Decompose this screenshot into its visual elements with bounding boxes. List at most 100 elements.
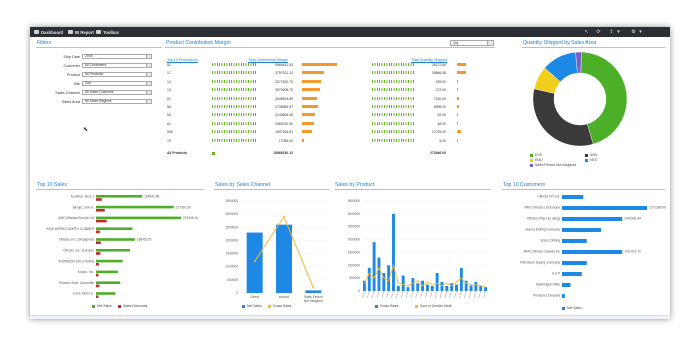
chevron-down-icon <box>146 73 151 76</box>
x-tick-label <box>430 290 433 299</box>
margin-bar <box>302 113 315 117</box>
data-label: 134541.88 <box>144 195 159 199</box>
pcm-header-product[interactable]: Top 10 Products by <box>167 58 198 62</box>
product-divider <box>334 189 491 190</box>
export-icon[interactable]: ⇪ <box>608 29 615 35</box>
sales-channel-value: All Sales Channels <box>85 90 114 94</box>
pcm-row[interactable]: 52 5969611.53 35272.89 <box>167 63 477 68</box>
bar <box>96 216 181 220</box>
pcm-measure-select[interactable]: Qty <box>450 40 494 46</box>
legend-item: Sales Person Not Assigned <box>530 163 576 167</box>
bar <box>276 224 292 293</box>
bar <box>96 259 123 263</box>
bar <box>96 270 118 274</box>
category-label: AMC Mfaukla Europe Ltd <box>58 216 94 220</box>
legend-label: Sales Person Not Assigned <box>535 163 577 167</box>
category-label: MMC Olfocks Ltd Europe <box>524 206 560 210</box>
bar <box>440 282 444 291</box>
bar <box>96 219 107 223</box>
bar <box>367 267 371 291</box>
pcm-row[interactable]: 61 2066760.90 48.00 <box>167 121 477 127</box>
pcm-divider <box>165 47 495 48</box>
chevron-down-icon <box>146 91 151 94</box>
donut-chart <box>532 51 628 147</box>
pcm-row[interactable]: 14 3277820.70 239.00 <box>167 79 477 85</box>
filter-label: Product <box>66 73 80 77</box>
pcm-row[interactable]: 505 1697264.81 17076.00 <box>167 130 477 135</box>
bar <box>411 278 415 291</box>
category-label: THOMSON SOLUTIONS <box>58 259 94 263</box>
bar <box>96 241 101 244</box>
chevron-down-icon[interactable]: ▾ <box>615 29 622 35</box>
chevron-down-icon <box>146 55 151 58</box>
chevron-down-icon[interactable]: ▾ <box>637 29 644 35</box>
gear-icon[interactable]: ⚙ <box>630 29 637 35</box>
customer-value: All Customers <box>85 63 107 67</box>
ship-date-select[interactable]: 2008 <box>82 54 152 59</box>
pcm-qty: 35272.89 <box>431 63 446 67</box>
x-tick-label <box>386 290 389 299</box>
dashboard-icon <box>34 30 39 34</box>
category-label: Olfocks, Inc. (Singapore) <box>59 238 94 242</box>
pcm-qty: 17076.00 <box>431 130 446 135</box>
category-label: Olfocks Int'l Ltd. <box>537 195 560 199</box>
category-label: Bound Drilling Company <box>526 228 561 232</box>
sales-channel-select[interactable]: All Sales Channels <box>82 90 152 95</box>
category-label: Koopo, Inc. <box>78 270 94 274</box>
legend-label: Net Sales <box>97 304 112 308</box>
data-label: 278345.10 <box>183 216 198 220</box>
tab-toolbox[interactable]: Toolbox <box>96 29 119 35</box>
pcm-row[interactable]: 13 2979908.70 272.00 <box>167 88 477 93</box>
x-tick-label <box>483 290 486 299</box>
pcm-row[interactable]: 75 17085.00 5.00 <box>167 138 477 144</box>
qty-bar <box>457 105 459 108</box>
category-label: Olfocks, Inc. (Europe) <box>63 249 94 253</box>
bar <box>562 250 623 254</box>
margin-sparkline <box>212 79 257 83</box>
customer-select[interactable]: All Customers <box>82 63 152 68</box>
dashboard-window: Dashboard BI Report Toolbox ↖ ⟳ ⇪ ▾ ⚙ ▾ … <box>30 27 670 319</box>
bar <box>96 263 99 266</box>
y-tick-label: 500000 <box>349 276 360 280</box>
margin-bar <box>302 88 320 92</box>
pcm-header-qty[interactable]: Total Quantity Shipped <box>411 58 447 62</box>
product-select[interactable]: All Products <box>82 72 152 77</box>
qty-sparkline <box>372 121 414 125</box>
pcm-margin: 2738983.97 <box>275 105 293 109</box>
pcm-qty: 7100.00 <box>433 96 446 101</box>
filter-label: Sales Channel <box>55 91 80 95</box>
x-tick-label <box>371 290 375 299</box>
bar <box>96 205 174 209</box>
refresh-icon[interactable]: ⟳ <box>595 29 602 35</box>
margin-bar <box>302 79 322 83</box>
x-tick-label <box>391 290 394 299</box>
pin-icon[interactable]: ↖ <box>583 29 590 35</box>
pcm-product: 54 <box>167 113 171 118</box>
pcm-row[interactable]: 54 2140806.08 92.00 <box>167 113 477 118</box>
data-label: 186453.71 <box>137 238 152 242</box>
bar <box>96 209 105 212</box>
x-tick-label <box>439 290 443 299</box>
bar <box>96 249 130 252</box>
pcm-row[interactable]: 21 2548924.89 7100.00 <box>167 96 477 102</box>
bar <box>562 283 571 287</box>
pcm-header-margin[interactable]: Total Contribution Margin <box>248 58 288 62</box>
tab-dashboard[interactable]: Dashboard <box>34 29 63 35</box>
bar <box>305 290 322 293</box>
site-select[interactable]: Dev <box>82 81 152 86</box>
legend-item: Gross Sales <box>375 304 398 308</box>
pcm-row[interactable]: 17 3797021.12 35866.98 <box>167 71 477 76</box>
bar <box>445 285 449 291</box>
margin-bar <box>302 138 304 142</box>
bar <box>96 198 102 201</box>
bar <box>372 242 376 291</box>
tab-bi-report[interactable]: BI Report <box>68 29 94 35</box>
margin-sparkline <box>212 96 257 100</box>
pcm-row[interactable]: 56 2738983.97 6598.00 <box>167 105 477 110</box>
chevron-down-icon <box>487 41 493 45</box>
bar <box>96 281 121 284</box>
data-label: 277391.59 <box>176 205 191 209</box>
bar <box>435 273 439 291</box>
sales-area-select[interactable]: All Sales Regions <box>82 99 152 104</box>
category-label: Presson Noel, Gorronfile <box>59 281 94 285</box>
